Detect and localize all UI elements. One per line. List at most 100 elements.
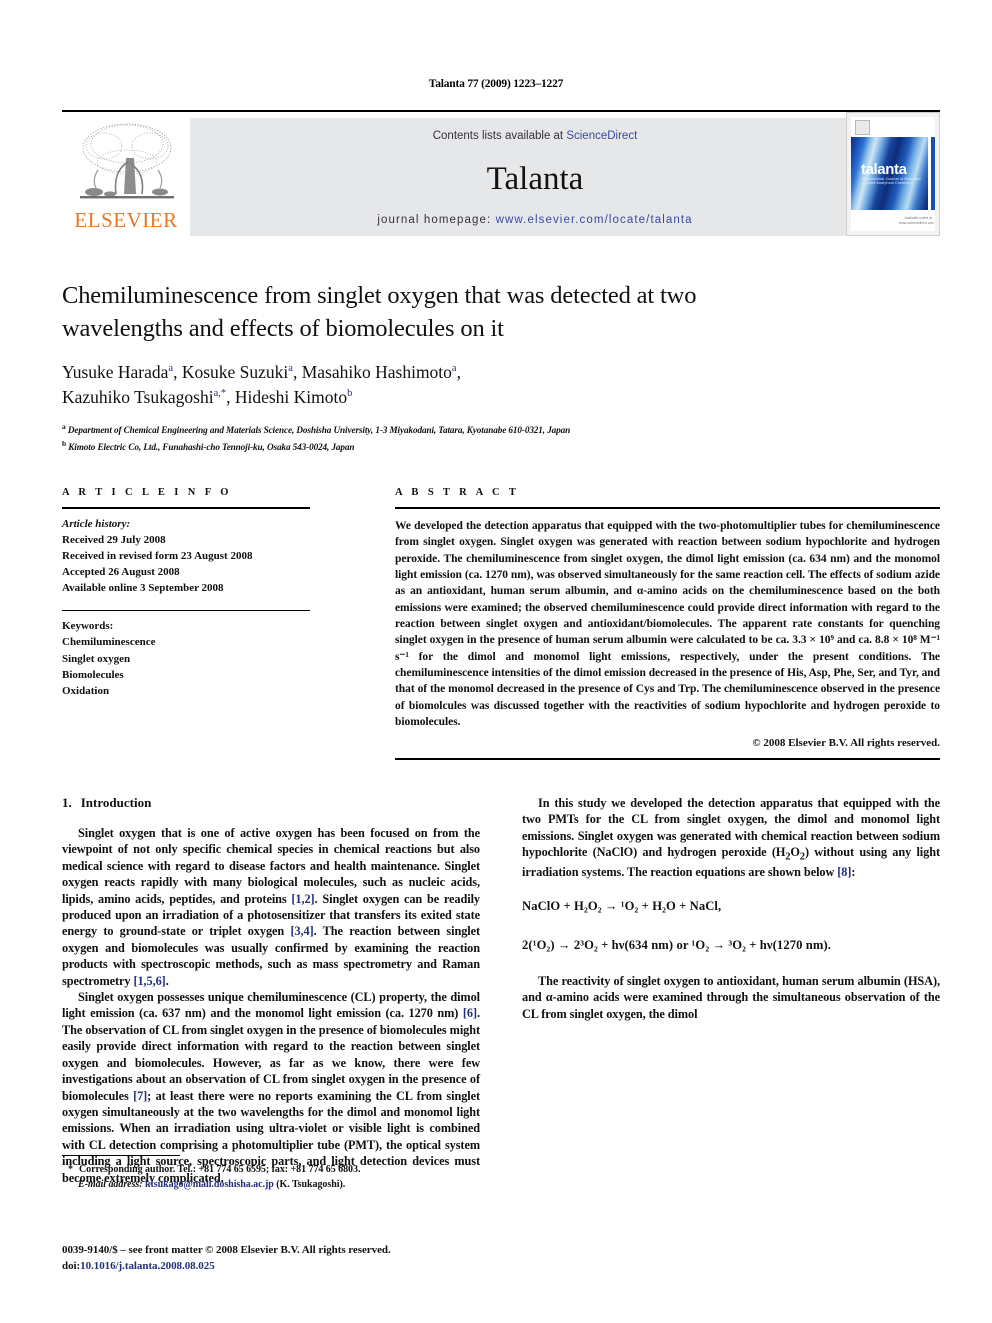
keywords-rule <box>62 609 310 612</box>
affiliation-b: b Kimoto Electric Co, Ltd., Funahashi-ch… <box>62 438 822 455</box>
author-line-1: Yusuke Haradaa, Kosuke Suzukia, Masahiko… <box>62 361 461 382</box>
contents-available-line: Contents lists available at ScienceDirec… <box>190 130 880 142</box>
cover-inner: talanta International Journal of Pure an… <box>851 117 935 231</box>
para-text: . <box>165 973 169 988</box>
contents-prefix: Contents lists available at <box>432 130 567 142</box>
corresponding-author-footnote: * Corresponding author. Tel.: +81 774 65 … <box>62 1163 480 1193</box>
cover-subtitle: International Journal of Pure and Applie… <box>862 177 921 185</box>
title-block: Chemiluminescence from singlet oxygen th… <box>62 280 822 455</box>
paper-page: Talanta 77 (2009) 1223–1227 ELSEVIER Con… <box>0 0 992 1323</box>
article-history-label: Article history: <box>62 517 131 530</box>
journal-title: Talanta <box>486 161 584 197</box>
equation-1: NaClO + H₂O₂ → ¹O₂ + H₂O + NaCl, <box>522 898 722 913</box>
author-affil-marker: a,* <box>213 387 227 399</box>
article-info-heading: A R T I C L E I N F O <box>62 487 232 498</box>
homepage-url-link[interactable]: www.elsevier.com/locate/talanta <box>496 214 693 226</box>
body-column-right: In this study we developed the detection… <box>522 795 940 1022</box>
elsevier-tree-icon <box>80 123 174 199</box>
abstract-bottom-rule <box>395 758 940 761</box>
equation-2: 2(¹O₂) → 2³O₂ + hν(634 nm) or ¹O₂ → ³O₂ … <box>522 937 832 952</box>
keyword-item: Chemiluminescence <box>62 636 156 649</box>
affiliation-marker: b <box>62 439 67 449</box>
citation-ref[interactable]: [6] <box>463 1006 477 1020</box>
page-title: Chemiluminescence from singlet oxygen th… <box>62 282 697 342</box>
keywords-label: Keywords: <box>62 620 114 633</box>
abstract-top-rule <box>395 507 940 509</box>
affiliation-text: Department of Chemical Engineering and M… <box>67 425 571 436</box>
body-column-left: 1. Introduction Singlet oxygen that is on… <box>62 795 480 1186</box>
issn-line: 0039-9140/$ – see front matter © 2008 El… <box>62 1244 391 1256</box>
para-text: Singlet oxygen possesses unique chemilum… <box>62 990 480 1021</box>
journal-band: Contents lists available at ScienceDirec… <box>190 118 880 236</box>
keywords-block: Keywords: Chemiluminescence Singlet oxyg… <box>62 618 310 698</box>
cover-wordmark: talanta <box>861 161 907 178</box>
issn-doi-block: 0039-9140/$ – see front matter © 2008 El… <box>62 1242 522 1275</box>
affiliation-list: a Department of Chemical Engineering and… <box>62 421 822 455</box>
section-heading-introduction: 1. Introduction <box>62 795 480 811</box>
doi-link[interactable]: 10.1016/j.talanta.2008.08.025 <box>80 1260 215 1272</box>
elsevier-wordmark: ELSEVIER <box>74 208 178 232</box>
cover-footer-text: Available online at www.sciencedirect.co… <box>899 216 935 226</box>
intro-paragraph-4: The reactivity of singlet oxygen to anti… <box>522 973 940 1021</box>
section-number: 1. <box>62 795 72 810</box>
article-history-block: Article history: Received 29 July 2008 R… <box>62 516 310 596</box>
keyword-item: Biomolecules <box>62 668 124 681</box>
para-text: O <box>790 845 800 860</box>
footnote-zone: * Corresponding author. Tel.: +81 774 65 … <box>62 1155 480 1193</box>
running-head: Talanta 77 (2009) 1223–1227 <box>428 78 564 90</box>
doi-label: doi: <box>62 1260 81 1273</box>
citation-ref[interactable]: [1,5,6] <box>133 974 165 988</box>
cover-elsevier-mark-icon <box>855 120 870 135</box>
author-line-2: Kazuhiko Tsukagoshia,*, Hideshi Kimotob <box>62 386 353 407</box>
author-affil-marker: b <box>347 387 353 399</box>
author-name: Masahiko Hashimoto <box>301 361 452 382</box>
author-affil-marker: a <box>168 362 174 374</box>
footnote-rule <box>62 1155 180 1157</box>
affiliation-a: a Department of Chemical Engineering and… <box>62 421 822 438</box>
para-text: : <box>851 865 856 880</box>
affiliation-marker: a <box>62 422 66 432</box>
journal-cover-thumbnail: talanta International Journal of Pure an… <box>846 112 940 236</box>
doi-line: doi:10.1016/j.talanta.2008.08.025 <box>62 1258 522 1274</box>
abstract-heading: A B S T R A C T <box>395 487 520 498</box>
history-item: Accepted 26 August 2008 <box>62 565 180 578</box>
history-item: Received 29 July 2008 <box>62 533 166 546</box>
email-link[interactable]: ktsukago@mail.doshisha.ac.jp <box>145 1179 274 1190</box>
author-affil-marker: a <box>451 362 457 374</box>
abstract-column: A B S T R A C T We developed the detecti… <box>395 487 940 761</box>
journal-homepage-line: journal homepage: www.elsevier.com/locat… <box>190 214 880 226</box>
masthead-top-rule <box>62 110 940 112</box>
citation-ref[interactable]: [8] <box>837 865 851 879</box>
history-item: Received in revised form 23 August 2008 <box>62 549 253 562</box>
abstract-copyright: © 2008 Elsevier B.V. All rights reserved… <box>752 737 940 750</box>
author-name: Kosuke Suzuki <box>181 361 289 382</box>
section-title-text: Introduction <box>80 795 152 810</box>
affiliation-text: Kimoto Electric Co, Ltd., Funahashi-cho … <box>68 442 355 453</box>
author-list: Yusuke Haradaa, Kosuke Suzukia, Masahiko… <box>62 360 822 410</box>
email-label: E-mail address: <box>78 1179 143 1191</box>
cover-art-blue-band <box>931 137 935 210</box>
article-info-rule <box>62 507 310 509</box>
abstract-text: We developed the detection apparatus tha… <box>395 520 940 728</box>
author-name: Kazuhiko Tsukagoshi <box>62 386 214 407</box>
footnote-text: Corresponding author. Tel.: +81 774 65 6… <box>78 1164 361 1176</box>
footnote-marker: * <box>68 1164 73 1176</box>
citation-ref[interactable]: [7] <box>133 1089 147 1103</box>
journal-masthead: ELSEVIER Contents lists available at Sci… <box>62 110 940 236</box>
article-info-column: A R T I C L E I N F O Article history: R… <box>62 487 310 699</box>
citation-ref[interactable]: [3,4] <box>290 924 313 938</box>
cover-artwork: talanta International Journal of Pure an… <box>851 137 935 210</box>
author-name: Hideshi Kimoto <box>234 386 348 407</box>
keyword-item: Oxidation <box>62 684 110 697</box>
keyword-item: Singlet oxygen <box>62 652 131 665</box>
author-name: Yusuke Harada <box>62 361 169 382</box>
email-owner: (K. Tsukagoshi). <box>276 1179 346 1191</box>
elsevier-logo: ELSEVIER <box>64 116 188 236</box>
author-affil-marker: a <box>288 362 293 374</box>
intro-paragraph-1: Singlet oxygen that is one of active oxy… <box>62 825 480 989</box>
history-item: Available online 3 September 2008 <box>62 581 224 594</box>
sciencedirect-link[interactable]: ScienceDirect <box>566 130 637 142</box>
intro-paragraph-3: In this study we developed the detection… <box>522 795 940 881</box>
citation-ref[interactable]: [1,2] <box>291 892 314 906</box>
homepage-label: journal homepage: <box>377 214 496 226</box>
